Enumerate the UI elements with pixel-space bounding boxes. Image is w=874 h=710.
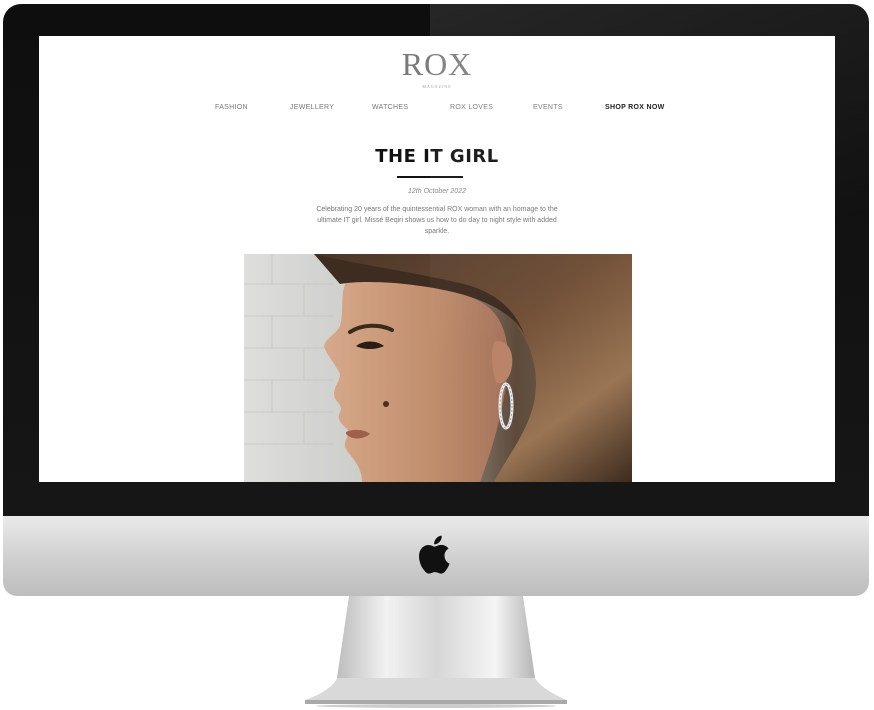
title-divider <box>397 176 463 178</box>
monitor-stand <box>305 596 567 708</box>
hero-image <box>244 254 632 482</box>
article-date: 12th October 2022 <box>408 188 466 195</box>
article-title: THE IT GIRL <box>375 146 499 167</box>
nav-item-jewellery[interactable]: JEWELLERY <box>290 104 334 111</box>
browser-screen: ROX MAGAZINE FASHION JEWELLERY WATCHES R… <box>39 36 835 482</box>
nav-item-fashion[interactable]: FASHION <box>215 104 248 111</box>
main-nav: FASHION JEWELLERY WATCHES ROX LOVES EVEN… <box>39 104 835 118</box>
article-intro: Celebrating 20 years of the quintessenti… <box>316 206 558 235</box>
site-logo-subtitle: MAGAZINE <box>422 84 452 89</box>
site-logo[interactable]: ROX <box>39 48 835 80</box>
nav-item-rox-loves[interactable]: ROX LOVES <box>450 104 493 111</box>
apple-icon <box>419 535 450 574</box>
nav-item-events[interactable]: EVENTS <box>533 104 563 111</box>
nav-item-watches[interactable]: WATCHES <box>372 104 408 111</box>
nav-item-shop-rox-now[interactable]: SHOP ROX NOW <box>605 104 664 111</box>
